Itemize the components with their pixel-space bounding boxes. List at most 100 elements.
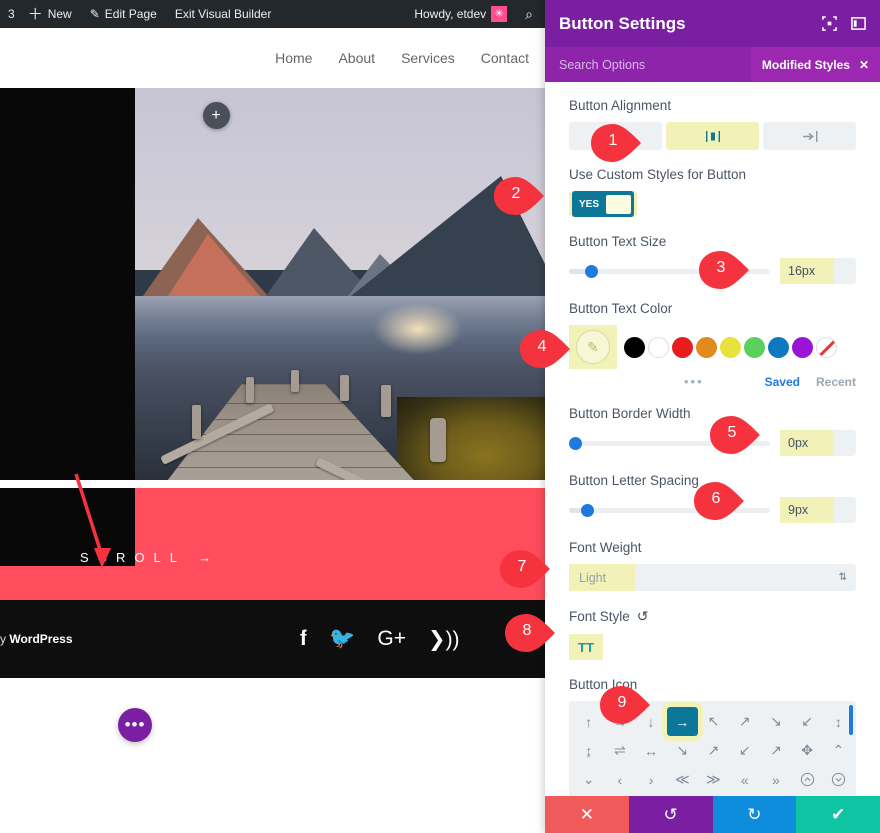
icon-cell-arrow-updown-alt[interactable]: ↨ (573, 736, 604, 765)
more-colors-button[interactable]: ••• (670, 374, 704, 389)
icon-cell-chevron-right[interactable]: › (635, 765, 666, 794)
chevron-updown-icon: ⇅ (839, 573, 847, 583)
marker-5: 5 (708, 416, 762, 454)
swatch-green[interactable] (744, 337, 765, 358)
modified-styles-chip[interactable]: Modified Styles ✕ (751, 47, 880, 82)
search-icon[interactable]: ⌕ (516, 0, 545, 28)
swatch-yellow[interactable] (720, 337, 741, 358)
icon-cell-triangle-left[interactable]: ◀ (823, 794, 854, 796)
swatch-black[interactable] (624, 337, 645, 358)
toggle-knob (606, 195, 631, 214)
icon-cell-arrow-exchange[interactable]: ⇌ (604, 736, 635, 765)
uppercase-toggle-button[interactable]: TT (569, 634, 603, 660)
align-right-option[interactable] (763, 122, 856, 150)
panel-search-row: Search Options Modified Styles ✕ (545, 47, 880, 82)
icon-cell-triangle-up[interactable]: ▲ (760, 794, 791, 796)
icon-cell-arrow-contract-dl[interactable]: ↙ (729, 736, 760, 765)
recent-colors-link[interactable]: Recent (816, 375, 856, 389)
swatch-transparent[interactable] (816, 337, 837, 358)
exit-visual-builder-button[interactable]: Exit Visual Builder (166, 0, 281, 28)
swatch-orange[interactable] (696, 337, 717, 358)
slider-knob[interactable] (585, 265, 598, 278)
icon-cell-circle-chevron-up[interactable] (792, 765, 823, 794)
saved-colors-link[interactable]: Saved (765, 375, 800, 389)
icon-cell-arrow-up-right[interactable]: ↗ (729, 707, 760, 736)
slider-knob[interactable] (581, 504, 594, 517)
border-width-input-box[interactable]: 0px (780, 430, 856, 456)
icon-cell-circle-double-left[interactable] (698, 794, 729, 796)
icon-cell-circle-double-up[interactable] (635, 794, 666, 796)
marker-1: 1 (589, 124, 643, 162)
edit-page-button[interactable]: ✎ Edit Page (81, 0, 166, 28)
icon-cell-move[interactable]: ✥ (792, 736, 823, 765)
reset-icon[interactable]: ↺ (637, 608, 649, 625)
swatch-white[interactable] (648, 337, 669, 358)
facebook-icon[interactable]: 𝐟 (300, 627, 307, 651)
comment-count[interactable]: 3 (0, 0, 19, 28)
nav-item-home[interactable]: Home (275, 50, 312, 66)
cancel-button[interactable]: ✕ (545, 796, 629, 833)
undo-button[interactable]: ↺ (629, 796, 713, 833)
icon-cell-triangle-down[interactable]: ▼ (792, 794, 823, 796)
close-icon[interactable]: ✕ (859, 58, 869, 72)
pencil-icon: ✎ (90, 7, 100, 21)
icon-cell-chevron-left[interactable]: ‹ (604, 765, 635, 794)
swatch-blue[interactable] (768, 337, 789, 358)
letter-spacing-input-box[interactable]: 9px (780, 497, 856, 523)
account-menu[interactable]: Howdy, etdev ✳ (405, 0, 516, 28)
text-size-value: 16px (780, 258, 834, 284)
slider-knob[interactable] (569, 437, 582, 450)
icon-cell-circle-double-right[interactable] (729, 794, 760, 796)
dock-plank (168, 451, 414, 452)
icon-cell-double-chevron-left[interactable]: « (729, 765, 760, 794)
panel-layout-icon[interactable] (851, 16, 866, 31)
icon-cell-arrow-expand-ur[interactable]: ↗ (698, 736, 729, 765)
icon-cell-arrow-expand-dl[interactable]: ↘ (667, 736, 698, 765)
add-section-button[interactable]: + (203, 102, 230, 129)
dock (168, 384, 414, 480)
icon-cell-arrow-down-right[interactable]: ↘ (760, 707, 791, 736)
swatch-purple[interactable] (792, 337, 813, 358)
icon-picker-scrollbar[interactable] (849, 705, 853, 735)
new-content-button[interactable]: ＋ New (19, 0, 81, 28)
icon-cell-arrow-leftright[interactable]: ↔ (635, 736, 666, 765)
mountain-1b (168, 234, 260, 296)
font-weight-select[interactable]: Light ⇅ (569, 564, 856, 591)
icon-cell-chevron-down[interactable]: ⌄ (573, 765, 604, 794)
focus-target-icon[interactable] (822, 16, 837, 31)
marker-number: 1 (600, 132, 626, 150)
site-footer: vered by WordPress 𝐟 🐦 G+ ❯)) (0, 600, 545, 678)
twitter-icon[interactable]: 🐦 (329, 627, 355, 651)
swatch-red[interactable] (672, 337, 693, 358)
icon-cell-chevron-up[interactable]: ⌃ (823, 736, 854, 765)
nav-item-contact[interactable]: Contact (481, 50, 529, 66)
text-size-input-box[interactable]: 16px (780, 258, 856, 284)
icon-cell-arrow-down-left[interactable]: ↙ (792, 707, 823, 736)
rss-icon[interactable]: ❯)) (428, 627, 460, 652)
icon-cell-double-chevron-up[interactable]: ≪ (667, 765, 698, 794)
builder-menu-button[interactable]: ••• (118, 708, 152, 742)
icon-cell-circle-chevron-down[interactable] (823, 765, 854, 794)
icon-cell-circle-double-down[interactable] (667, 794, 698, 796)
nav-item-about[interactable]: About (338, 50, 375, 66)
border-width-value: 0px (780, 430, 834, 456)
search-options-input[interactable]: Search Options (559, 58, 751, 72)
marker-7: 7 (498, 550, 552, 588)
save-button[interactable]: ✔ (796, 796, 880, 833)
custom-styles-toggle[interactable]: YES (569, 191, 637, 217)
redo-button[interactable]: ↻ (713, 796, 797, 833)
field-text-color: Button Text Color ✎ (569, 301, 856, 389)
color-picker-button[interactable]: ✎ (569, 325, 617, 369)
letter-spacing-value: 9px (780, 497, 834, 523)
align-center-option[interactable] (666, 122, 759, 150)
icon-cell-arrow-contract-ur[interactable]: ↗ (760, 736, 791, 765)
icon-cell-double-chevron-right[interactable]: » (760, 765, 791, 794)
google-plus-icon[interactable]: G+ (377, 627, 406, 651)
icon-cell-arrow-up-left[interactable]: ↖ (698, 707, 729, 736)
icon-cell-double-chevron-down[interactable]: ≫ (698, 765, 729, 794)
icon-cell-circle-chevron-right[interactable] (604, 794, 635, 796)
nav-item-services[interactable]: Services (401, 50, 455, 66)
color-meta-row: ellipsis-icon ••• Saved Recent (569, 374, 856, 389)
icon-cell-circle-chevron-left[interactable] (573, 794, 604, 796)
icon-cell-arrow-right-selected[interactable]: → (667, 707, 698, 736)
